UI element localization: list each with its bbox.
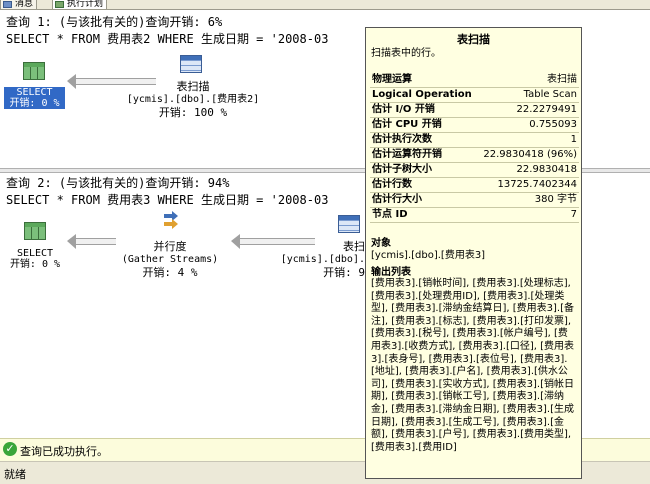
success-check-icon: ✓ xyxy=(3,442,17,456)
table-scan-icon[interactable] xyxy=(338,215,360,233)
query1-header: 查询 1: (与该批有关的)查询开销: 6% xyxy=(6,15,223,29)
table-scan-icon[interactable] xyxy=(180,55,202,73)
query2-sql: SELECT * FROM 费用表3 WHERE 生成日期 = '2008-03 xyxy=(6,193,329,207)
query1-sql: SELECT * FROM 费用表2 WHERE 生成日期 = '2008-03 xyxy=(6,32,329,46)
tooltip-object-value: [ycmis].[dbo].[费用表3] xyxy=(371,250,486,261)
tooltip-row: 物理运算 表扫描 xyxy=(370,73,579,88)
tooltip-output-columns: [费用表3].[销帐时间], [费用表3].[处理标志], [费用表3].[处理… xyxy=(371,278,575,453)
query2-scan-node[interactable]: 表扫 [ycmis].[dbo]. 开销: 9 xyxy=(280,240,365,279)
tab-execution-plan[interactable]: 执行计划 xyxy=(52,0,108,10)
operator-tooltip: 表扫描 扫描表中的行。 物理运算 表扫描 Logical Operation Tab… xyxy=(365,27,582,479)
tooltip-row: 估计 I/O 开销 22.2279491 xyxy=(370,102,579,118)
query1-select-node[interactable]: SELECT 开销: 0 % xyxy=(4,87,65,109)
tooltip-row: Logical Operation Table Scan xyxy=(370,87,579,103)
query2-select-node[interactable]: SELECT 开销: 0 % xyxy=(4,248,66,270)
tooltip-row: 估计行数 13725.7402344 xyxy=(370,177,579,193)
tooltip-output-label: 输出列表 xyxy=(371,267,411,278)
tooltip-row: 估计子树大小 22.9830418 xyxy=(370,162,579,178)
tooltip-row: 估计运算符开销 22.9830418 (96%) xyxy=(370,147,579,163)
parallelism-icon[interactable] xyxy=(162,210,182,230)
query2-header: 查询 2: (与该批有关的)查询开销: 94% xyxy=(6,176,230,190)
execution-plan-icon xyxy=(55,1,64,8)
tooltip-row: 估计行大小 380 字节 xyxy=(370,192,579,208)
status-ready: 就绪 xyxy=(4,468,26,481)
messages-icon xyxy=(3,1,12,8)
tab-messages[interactable]: 消息 xyxy=(0,0,38,10)
tooltip-row: 节点 ID 7 xyxy=(370,207,579,223)
select-icon[interactable] xyxy=(23,62,45,80)
query2-parallel-node[interactable]: 并行度 (Gather Streams) 开销: 4 % xyxy=(110,240,230,279)
tooltip-description: 扫描表中的行。 xyxy=(371,48,441,59)
result-tabs: 消息 执行计划 xyxy=(0,0,650,10)
query1-scan-node[interactable]: 表扫描 [ycmis].[dbo].[费用表2] 开销: 100 % xyxy=(118,80,268,119)
tooltip-properties: 物理运算 表扫描 Logical Operation Table Scan 估计 I… xyxy=(370,73,579,223)
status-message: 查询已成功执行。 xyxy=(20,445,108,458)
tooltip-row: 估计 CPU 开销 0.755093 xyxy=(370,117,579,133)
tooltip-row: 估计执行次数 1 xyxy=(370,132,579,148)
select-icon[interactable] xyxy=(24,222,46,240)
